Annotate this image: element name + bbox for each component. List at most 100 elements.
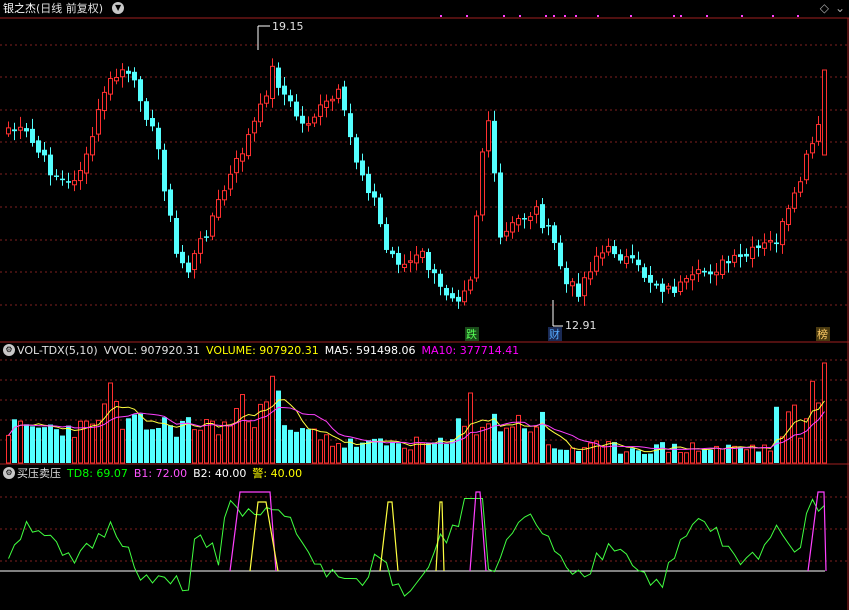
volume-bar — [480, 426, 485, 464]
volume-bar — [288, 429, 293, 463]
candle-body — [684, 278, 689, 283]
signal-dot — [597, 15, 599, 17]
volume-bar — [702, 448, 707, 463]
candle-body — [750, 246, 755, 259]
signal-dot — [797, 15, 799, 17]
candle-body — [588, 271, 593, 280]
candle-body — [510, 222, 515, 233]
candle-body — [468, 279, 473, 291]
volume-bar — [72, 436, 77, 464]
volume-bar — [432, 442, 437, 463]
volume-bar — [390, 441, 395, 463]
candle-body — [540, 204, 545, 229]
volume-bar — [234, 408, 239, 464]
volume-bar — [642, 453, 647, 463]
high-price-label: 19.15 — [272, 20, 304, 33]
candle-body — [744, 253, 749, 257]
candle-body — [306, 123, 311, 126]
volume-bar — [312, 428, 317, 464]
candle-body — [336, 88, 341, 99]
candle-body — [66, 181, 71, 183]
candle-body — [6, 127, 11, 135]
signal-dot — [741, 15, 743, 17]
b1-signal — [469, 491, 487, 572]
candle-body — [294, 101, 299, 117]
candle-body — [648, 274, 653, 283]
volume-bar — [804, 418, 809, 464]
candle-body — [786, 208, 791, 226]
candle-body — [150, 118, 155, 127]
volume-bar — [228, 425, 233, 464]
candle-body — [498, 172, 503, 238]
candle-body — [816, 124, 821, 142]
signal-dot — [564, 15, 566, 17]
candle-body — [330, 98, 335, 102]
candle-body — [288, 95, 293, 102]
candle-body — [384, 224, 389, 250]
candle-body — [144, 101, 149, 120]
candle-body — [72, 180, 77, 186]
volume-bar — [120, 428, 125, 464]
candle-body — [696, 269, 701, 275]
candle-body — [324, 100, 329, 108]
signal-dot — [673, 15, 675, 17]
signal-dot — [519, 15, 521, 17]
volume-bar — [678, 451, 683, 464]
candle-body — [264, 95, 269, 104]
candle-body — [90, 136, 95, 156]
chart-canvas[interactable]: 19.15 12.91 跌 财 榜 — [0, 0, 849, 610]
candle-body — [768, 239, 773, 243]
candle-body — [612, 246, 617, 255]
candle-body — [570, 281, 575, 287]
volume-bar — [138, 413, 143, 463]
candle-body — [96, 109, 101, 135]
candle-body — [432, 269, 437, 274]
candle-body — [258, 103, 263, 123]
candle-body — [672, 286, 677, 293]
volume-bar — [168, 425, 173, 463]
volume-bar — [282, 425, 287, 463]
candle-body — [312, 116, 317, 124]
volume-bar — [90, 423, 95, 464]
candle-body — [216, 199, 221, 218]
event-marker: 跌 — [466, 327, 477, 341]
volume-bar — [174, 436, 179, 463]
volume-bar — [630, 448, 635, 463]
candle-body — [732, 254, 737, 263]
candle-body — [426, 252, 431, 271]
volume-bar — [360, 442, 365, 463]
b1-signal — [229, 491, 277, 572]
volume-bar — [426, 443, 431, 463]
volume-bar — [618, 453, 623, 463]
candle-body — [708, 271, 713, 275]
candle-body — [420, 250, 425, 259]
candle-body — [186, 262, 191, 273]
volume-bar — [708, 449, 713, 463]
signal-dot — [680, 15, 682, 17]
candle-body — [132, 71, 137, 81]
volume-bar — [648, 453, 653, 463]
candle-body — [726, 261, 731, 264]
candle-body — [450, 293, 455, 299]
signal-dot — [706, 15, 708, 17]
volume-bar — [6, 434, 11, 464]
volume-bar — [510, 426, 515, 464]
signal-dot — [503, 15, 505, 17]
candle-body — [738, 254, 743, 257]
volume-bar — [738, 447, 743, 463]
candle-body — [690, 274, 695, 281]
signal-dot — [575, 15, 577, 17]
candle-body — [576, 283, 581, 297]
volume-bar — [540, 411, 545, 463]
candle-body — [12, 129, 17, 132]
volume-bar — [114, 400, 119, 464]
volume-bar — [408, 449, 413, 464]
candle-body — [558, 242, 563, 267]
candle-body — [282, 85, 287, 95]
volume-bar — [132, 414, 137, 463]
candle-body — [354, 137, 359, 163]
candle-body — [804, 153, 809, 181]
candle-body — [822, 69, 827, 156]
signal-dot — [772, 15, 774, 17]
candle-body — [138, 79, 143, 102]
